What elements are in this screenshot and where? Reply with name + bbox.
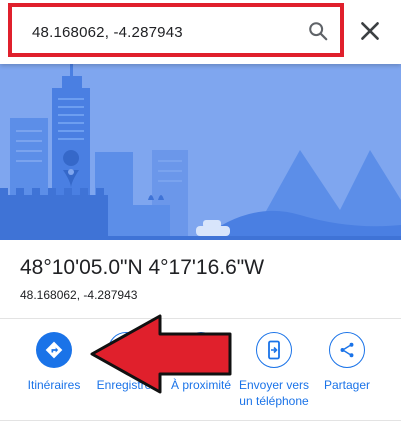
close-icon[interactable]	[357, 18, 383, 44]
share-button[interactable]: Partager	[302, 332, 392, 393]
red-arrow-annotation	[90, 314, 232, 394]
divider	[0, 420, 401, 421]
search-header: 48.168062, -4.287943	[0, 0, 401, 64]
send-to-phone-label-line2: un téléphone	[239, 394, 309, 408]
search-icon[interactable]	[307, 20, 329, 42]
send-to-phone-label-line1: Envoyer vers	[238, 378, 310, 392]
search-input[interactable]: 48.168062, -4.287943	[32, 24, 183, 41]
share-icon	[340, 342, 354, 358]
place-coordinates: 48.168062, -4.287943	[20, 288, 138, 302]
place-title: 48°10'05.0"N 4°17'16.6"W	[20, 256, 265, 279]
directions-icon	[45, 341, 63, 359]
search-box[interactable]: 48.168062, -4.287943	[8, 3, 344, 57]
share-label: Partager	[323, 378, 371, 392]
send-to-phone-icon	[268, 340, 280, 360]
